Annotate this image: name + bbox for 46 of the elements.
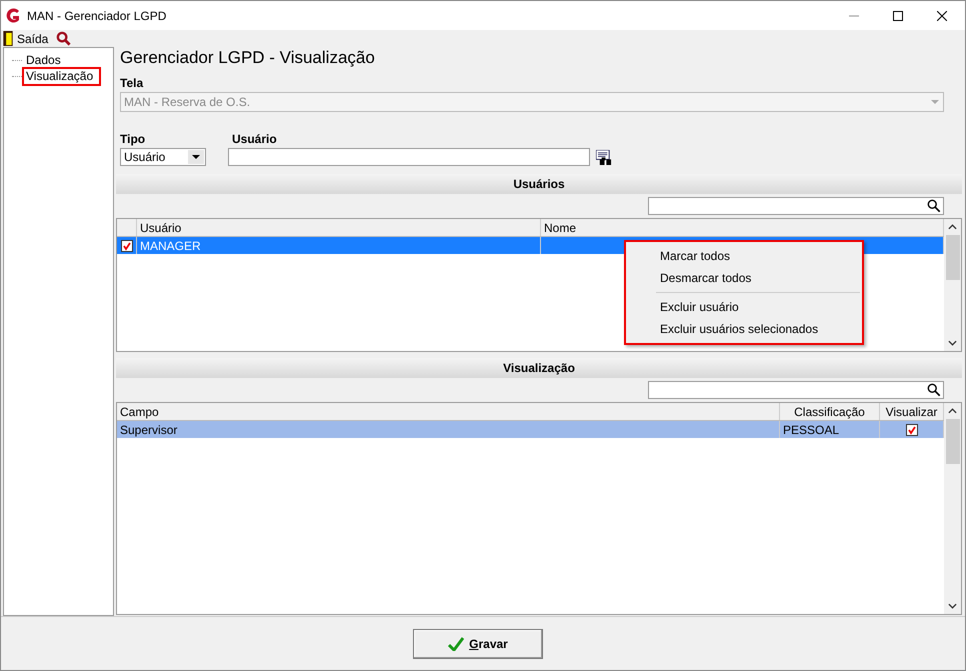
column-header: Classificação xyxy=(780,403,880,420)
column-header: Usuário xyxy=(137,219,541,236)
search-field[interactable] xyxy=(648,197,944,215)
type-dropdown[interactable]: Usuário xyxy=(120,148,206,166)
scrollbar[interactable] xyxy=(944,403,961,614)
search-field[interactable] xyxy=(648,381,944,399)
scrollbar-thumb[interactable] xyxy=(946,235,960,280)
scrollbar[interactable] xyxy=(944,219,961,351)
user-input-field[interactable] xyxy=(228,148,590,166)
table-cell: MANAGER xyxy=(137,237,541,254)
field-label: Usuário xyxy=(232,132,278,146)
scrollbar-thumb[interactable] xyxy=(946,419,960,464)
field-label: Tela xyxy=(120,76,144,90)
app-logo-icon xyxy=(5,8,21,24)
menu-item[interactable]: Desmarcar todos xyxy=(626,267,862,289)
section-header: Visualização xyxy=(116,358,962,378)
tree-item[interactable]: Visualização xyxy=(22,66,102,86)
menu-item[interactable]: Excluir usuários selecionados xyxy=(626,318,862,340)
scroll-down-icon[interactable] xyxy=(948,603,957,609)
maximize-icon[interactable] xyxy=(893,10,903,20)
scroll-down-icon[interactable] xyxy=(948,340,957,346)
section-header: Usuários xyxy=(116,174,962,194)
checkmark-icon xyxy=(448,636,464,650)
menu-item[interactable]: Excluir usuário xyxy=(626,296,862,318)
tree-item[interactable]: Dados xyxy=(22,50,69,70)
scroll-up-icon[interactable] xyxy=(948,408,957,414)
column-header: Campo xyxy=(117,403,780,420)
exit-button[interactable]: Saída xyxy=(3,31,48,46)
search-icon[interactable] xyxy=(56,31,72,46)
table-row[interactable]: Supervisor PESSOAL xyxy=(117,421,944,438)
save-button[interactable]: Gravar xyxy=(413,628,543,658)
binoculars-icon[interactable] xyxy=(596,150,613,164)
dropdown-arrow-icon xyxy=(192,155,200,159)
checkbox[interactable] xyxy=(906,424,918,436)
door-icon xyxy=(3,31,13,46)
table-cell: Supervisor xyxy=(117,421,780,438)
page-title: Gerenciador LGPD - Visualização xyxy=(120,48,376,68)
dropdown-arrow-icon xyxy=(931,100,939,104)
scroll-up-icon[interactable] xyxy=(948,224,957,230)
search-icon xyxy=(927,383,941,397)
field-label: Tipo xyxy=(120,132,146,146)
table-cell: PESSOAL xyxy=(780,421,880,438)
window-title: MAN - Gerenciador LGPD xyxy=(27,8,166,22)
checkbox[interactable] xyxy=(120,240,132,252)
close-icon[interactable] xyxy=(937,10,947,20)
search-icon xyxy=(927,199,941,213)
